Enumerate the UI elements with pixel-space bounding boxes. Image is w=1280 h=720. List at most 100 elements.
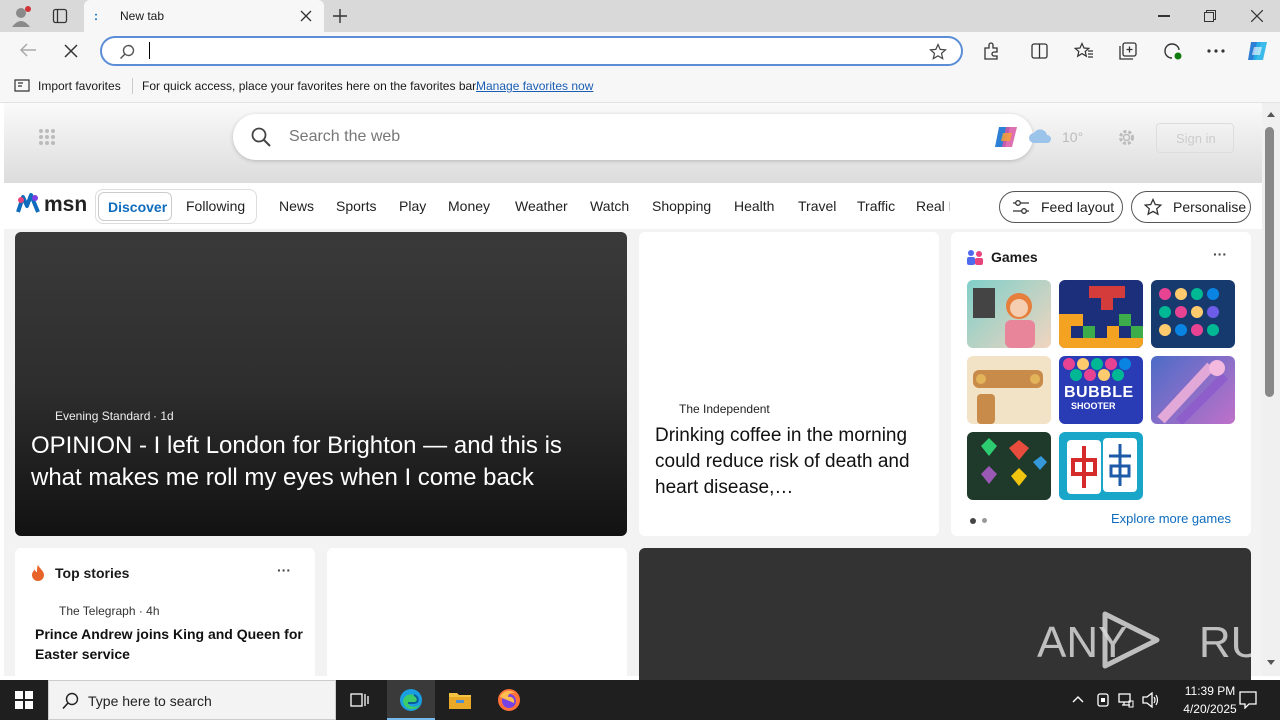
favorites-icon[interactable] xyxy=(1074,42,1094,60)
carousel-dot[interactable] xyxy=(982,518,987,523)
following-toggle[interactable]: Following xyxy=(186,198,245,214)
network-icon[interactable] xyxy=(1118,692,1134,708)
tray-chevron-icon[interactable] xyxy=(1072,695,1084,703)
import-favorites-icon[interactable] xyxy=(14,78,30,93)
edge-icon xyxy=(399,688,423,712)
game-tile-jewels[interactable] xyxy=(1151,280,1235,348)
favbar-hint: For quick access, place your favorites h… xyxy=(142,79,479,93)
personalise-star-icon xyxy=(1143,198,1163,216)
nav-travel[interactable]: Travel xyxy=(798,198,836,214)
volume-icon[interactable] xyxy=(1142,692,1160,708)
collections-icon[interactable] xyxy=(1119,42,1137,60)
nav-weather[interactable]: Weather xyxy=(515,198,568,214)
game-tile-blocks[interactable] xyxy=(1059,280,1143,348)
sign-in-label: Sign in xyxy=(1176,131,1216,146)
scroll-up-arrow[interactable] xyxy=(1267,112,1275,117)
edge-taskbar-button[interactable] xyxy=(387,680,435,720)
file-explorer-icon[interactable] xyxy=(448,690,472,710)
games-more-button[interactable]: ··· xyxy=(1213,246,1227,262)
nav-watch[interactable]: Watch xyxy=(590,198,629,214)
extensions-icon[interactable] xyxy=(982,42,1000,60)
msn-logo-text: msn xyxy=(44,193,88,216)
nav-play[interactable]: Play xyxy=(399,198,426,214)
games-card: Games ··· BUBBLE SHOOTER Explore more ga… xyxy=(951,232,1251,536)
game-tile-nurse[interactable] xyxy=(967,280,1051,348)
back-button[interactable] xyxy=(19,42,37,58)
search-icon xyxy=(119,44,135,60)
game-tile-wood-screws[interactable] xyxy=(967,356,1051,424)
task-view-icon[interactable] xyxy=(350,691,370,709)
taskbar-search[interactable]: Type here to search xyxy=(48,680,336,720)
security-tray-icon[interactable] xyxy=(1096,692,1110,708)
weather-temperature[interactable]: 10° xyxy=(1062,129,1083,145)
clock-date[interactable]: 4/20/2025 xyxy=(1170,702,1250,716)
feed-layout-label: Feed layout xyxy=(1041,199,1115,215)
close-tab-icon[interactable] xyxy=(300,10,312,22)
clock-time[interactable]: 11:39 PM xyxy=(1170,684,1250,698)
restore-button[interactable] xyxy=(1204,10,1216,22)
minimize-button[interactable] xyxy=(1158,15,1170,17)
web-search-input[interactable]: Search the web xyxy=(289,128,400,146)
split-screen-icon[interactable] xyxy=(1031,43,1048,59)
copilot-search-icon[interactable] xyxy=(993,124,1021,150)
personalise-button[interactable]: Personalise xyxy=(1131,191,1251,223)
firefox-icon[interactable] xyxy=(497,688,521,712)
game-tile-makeup[interactable] xyxy=(1151,356,1235,424)
nav-sports[interactable]: Sports xyxy=(336,198,376,214)
game-tile-gems[interactable] xyxy=(967,432,1051,500)
nav-shopping[interactable]: Shopping xyxy=(652,198,711,214)
top-stories-title: Top stories xyxy=(55,565,130,581)
nav-money[interactable]: Money xyxy=(448,198,490,214)
carousel-dot-active[interactable] xyxy=(970,518,976,524)
web-search-box[interactable]: Search the web xyxy=(233,114,1033,160)
taskbar-search-input[interactable]: Type here to search xyxy=(88,693,212,709)
bubble-text: BUBBLE xyxy=(1064,384,1134,401)
weather-cloud-icon[interactable] xyxy=(1028,128,1054,144)
tab-new-tab[interactable]: : New tab xyxy=(84,0,324,32)
anyrun-watermark: ANY RUN xyxy=(1037,608,1251,672)
feed-layout-button[interactable]: Feed layout xyxy=(999,191,1123,223)
explore-more-games-link[interactable]: Explore more games xyxy=(1111,511,1231,526)
nav-traffic[interactable]: Traffic xyxy=(857,198,895,214)
import-favorites-button[interactable]: Import favorites xyxy=(38,79,121,93)
settings-gear-icon[interactable] xyxy=(1117,128,1136,147)
story-source: The Independent xyxy=(679,402,770,416)
nav-news[interactable]: News xyxy=(279,198,314,214)
top-stories-more-button[interactable]: ··· xyxy=(277,562,291,578)
video-card[interactable]: ANY RUN xyxy=(639,548,1251,688)
story-card[interactable]: The Independent Drinking coffee in the m… xyxy=(639,232,939,536)
game-tile-bubble-shooter[interactable]: BUBBLE SHOOTER xyxy=(1059,356,1143,424)
close-window-button[interactable] xyxy=(1251,10,1263,22)
more-options-icon[interactable] xyxy=(1207,49,1225,53)
hero-story-card[interactable]: Evening Standard · 1d OPINION - I left L… xyxy=(15,232,627,536)
start-windows-icon[interactable] xyxy=(15,691,33,709)
page-scrollbar[interactable] xyxy=(1262,103,1280,676)
top-stories-card: Top stories ··· The Telegraph · 4h Princ… xyxy=(15,548,315,688)
new-tab-button[interactable] xyxy=(332,8,348,24)
scroll-thumb[interactable] xyxy=(1265,127,1274,397)
personalise-label: Personalise xyxy=(1173,199,1247,215)
copilot-icon[interactable] xyxy=(1245,39,1271,63)
nav-health[interactable]: Health xyxy=(734,198,774,214)
app-launcher-icon[interactable] xyxy=(38,128,56,146)
scroll-down-arrow[interactable] xyxy=(1267,660,1275,665)
favorite-star-icon[interactable] xyxy=(929,43,947,61)
browser-essentials-icon[interactable] xyxy=(1163,42,1183,60)
top-story-headline[interactable]: Prince Andrew joins King and Queen for E… xyxy=(35,624,303,664)
game-tile-mahjong[interactable] xyxy=(1059,432,1143,500)
msn-logo[interactable]: msn xyxy=(16,190,87,220)
tab-actions-icon[interactable] xyxy=(52,8,68,24)
sign-in-button[interactable]: Sign in xyxy=(1156,123,1234,153)
stop-loading-button[interactable] xyxy=(64,44,78,58)
nav-real-estate[interactable]: Real E xyxy=(916,198,950,214)
notifications-icon[interactable] xyxy=(1239,691,1257,709)
profile-icon[interactable] xyxy=(10,5,32,27)
hero-age: · 1d xyxy=(153,409,174,423)
address-bar[interactable] xyxy=(100,36,963,66)
hero-headline[interactable]: OPINION - I left London for Brighton — a… xyxy=(31,430,611,494)
discover-toggle[interactable]: Discover xyxy=(98,192,172,221)
manage-favorites-link[interactable]: Manage favorites now xyxy=(476,79,593,93)
story-card-placeholder[interactable] xyxy=(327,548,627,688)
story-headline[interactable]: Drinking coffee in the morning could red… xyxy=(655,423,931,501)
anyrun-watermark-text: ANY RUN xyxy=(1037,618,1251,667)
